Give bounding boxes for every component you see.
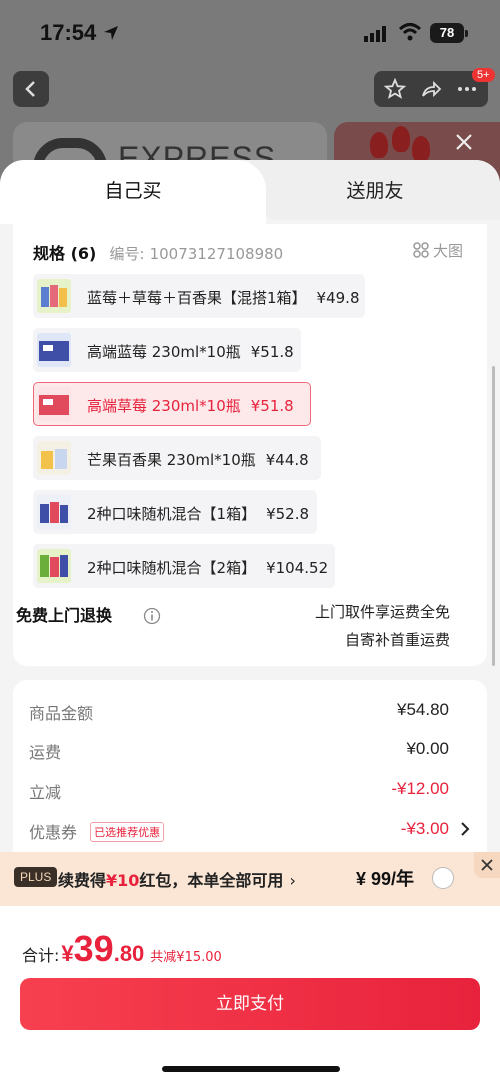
share-icon[interactable]: [420, 78, 442, 100]
status-bar: 17:54 78: [0, 0, 500, 64]
plus-radio[interactable]: [432, 867, 454, 889]
summary-shipping-label: 运费: [29, 743, 62, 762]
summary-goods-value: ¥54.80: [397, 700, 449, 719]
star-icon[interactable]: [384, 78, 406, 100]
spec-header: 规格 (6) 编号: 10073127108980: [33, 240, 283, 264]
product-thumbnail-icon: [37, 333, 71, 367]
total-amount: 合计:¥39.80 共减¥15.00: [22, 928, 222, 969]
plus-promo-text: 续费得¥10红包，本单全部可用 ›: [58, 871, 296, 890]
plus-price: ¥ 99/年: [356, 869, 415, 889]
flower-decoration-icon: [370, 132, 388, 158]
top-actions: [374, 71, 488, 107]
battery-indicator: 78: [430, 23, 468, 43]
flower-decoration-icon: [412, 136, 430, 162]
spec-card: 规格 (6) 编号: 10073127108980 大图 蓝莓＋草莓＋百香果【混…: [13, 224, 487, 666]
plus-membership-bar[interactable]: PLUS 续费得¥10红包，本单全部可用 › ¥ 99/年: [0, 852, 500, 906]
free-return-note-pickup: 上门取件享运费全免: [314, 603, 450, 621]
summary-shipping-value: ¥0.00: [406, 739, 449, 758]
more-icon[interactable]: [456, 78, 478, 100]
product-thumbnail-icon: [37, 387, 71, 421]
coupon-tag: 已选推荐优惠: [90, 822, 165, 842]
spec-option-random-1[interactable]: 2种口味随机混合【1箱】 ¥52.8: [33, 490, 317, 534]
price-summary-card: 商品金额 ¥54.80 运费 ¥0.00 立减 -¥12.00 优惠券 已选推荐…: [13, 680, 487, 880]
spec-option-label: 2种口味随机混合【2箱】 ¥104.52: [87, 559, 329, 577]
product-thumbnail-icon: [37, 549, 71, 583]
back-button[interactable]: [13, 71, 49, 107]
wifi-icon: [398, 23, 422, 41]
spec-option-mango[interactable]: 芒果百香果 230ml*10瓶 ¥44.8: [33, 436, 321, 480]
spec-option-label: 2种口味随机混合【1箱】 ¥52.8: [87, 505, 310, 523]
home-indicator: [162, 1066, 340, 1072]
cellular-signal-icon: [364, 26, 386, 42]
summary-goods-label: 商品金额: [29, 704, 94, 723]
chevron-left-icon: [25, 81, 35, 97]
spec-option-label: 高端蓝莓 230ml*10瓶 ¥51.8: [87, 343, 294, 361]
spec-option-label: 芒果百香果 230ml*10瓶 ¥44.8: [87, 451, 309, 469]
product-thumbnail-icon: [37, 495, 71, 529]
product-thumbnail-icon: [37, 279, 71, 313]
info-icon[interactable]: [143, 607, 161, 625]
summary-coupon-value: -¥3.00: [400, 819, 449, 838]
summary-row-shipping: 运费 ¥0.00: [29, 739, 449, 763]
pay-now-button[interactable]: 立即支付: [20, 978, 480, 1030]
big-image-button[interactable]: 大图: [413, 240, 463, 261]
status-time: 17:54: [40, 20, 97, 45]
checkout-footer: 合计:¥39.80 共减¥15.00 立即支付: [0, 906, 500, 1082]
flower-decoration-icon: [392, 126, 410, 152]
spec-title: 规格 (6): [33, 244, 97, 263]
plus-badge: PLUS: [14, 867, 58, 887]
summary-row-coupon[interactable]: 优惠券 已选推荐优惠 -¥3.00: [29, 819, 449, 843]
spec-option-mixed[interactable]: 蓝莓＋草莓＋百香果【混搭1箱】 ¥49.8: [33, 274, 365, 318]
checkout-sheet: 送朋友 自己买 规格 (6) 编号: 10073127108980 大图 蓝莓＋…: [0, 160, 500, 1082]
free-return-label: 免费上门退换: [16, 606, 113, 625]
tab-gift[interactable]: 送朋友: [250, 160, 500, 220]
grid-icon: [413, 242, 429, 258]
big-image-label: 大图: [432, 242, 463, 260]
close-icon[interactable]: [452, 130, 476, 154]
summary-discount-label: 立减: [29, 783, 62, 802]
close-icon: [481, 859, 493, 871]
spec-option-label: 高端草莓 230ml*10瓶 ¥51.8: [87, 397, 294, 415]
tab-self-buy[interactable]: 自己买: [0, 160, 266, 224]
message-badge: 5+: [472, 68, 495, 82]
spec-option-random-2[interactable]: 2种口味随机混合【2箱】 ¥104.52: [33, 544, 335, 588]
spec-option-strawberry[interactable]: 高端草莓 230ml*10瓶 ¥51.8: [33, 382, 311, 426]
summary-row-goods: 商品金额 ¥54.80: [29, 700, 449, 724]
tab-bar: 送朋友 自己买: [0, 160, 500, 224]
spec-code-label: 编号:: [109, 245, 145, 263]
spec-option-label: 蓝莓＋草莓＋百香果【混搭1箱】 ¥49.8: [87, 289, 360, 307]
summary-discount-value: -¥12.00: [391, 779, 449, 798]
spec-option-blueberry[interactable]: 高端蓝莓 230ml*10瓶 ¥51.8: [33, 328, 301, 372]
plus-close-button[interactable]: [474, 852, 500, 878]
scrollbar[interactable]: [492, 366, 495, 666]
spec-code: 10073127108980: [149, 245, 284, 263]
location-arrow-icon: [104, 26, 118, 40]
summary-row-discount: 立减 -¥12.00: [29, 779, 449, 803]
summary-coupon-label: 优惠券: [29, 823, 78, 842]
product-thumbnail-icon: [37, 441, 71, 475]
free-return-note-self: 自寄补首重运费: [344, 631, 450, 649]
chevron-right-icon[interactable]: [459, 821, 471, 837]
